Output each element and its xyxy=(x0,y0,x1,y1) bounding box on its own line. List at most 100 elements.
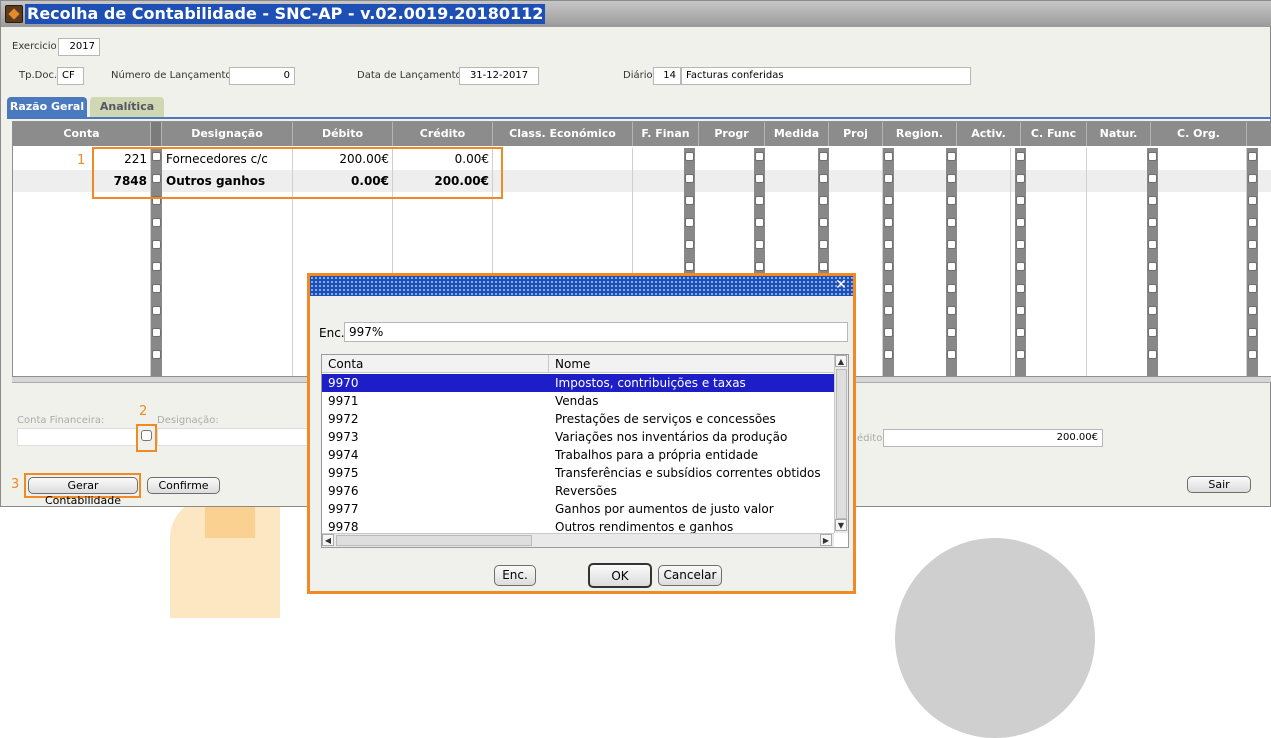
row-checkbox-icon[interactable] xyxy=(1148,262,1157,271)
row-checkbox-icon[interactable] xyxy=(1148,240,1157,249)
row-checkbox-icon[interactable] xyxy=(685,196,694,205)
lookup-button[interactable] xyxy=(141,430,152,441)
row-checkbox-icon[interactable] xyxy=(1248,262,1257,271)
row-checkbox-icon[interactable] xyxy=(1016,174,1025,183)
scroll-down-icon[interactable]: ▼ xyxy=(835,519,847,531)
row-checkbox-icon[interactable] xyxy=(685,152,694,161)
row-checkbox-icon[interactable] xyxy=(1148,306,1157,315)
row-checkbox-icon[interactable] xyxy=(1248,174,1257,183)
conta-financeira-field[interactable] xyxy=(17,428,137,446)
scroll-up-icon[interactable]: ▲ xyxy=(835,355,847,367)
scroll-right-icon[interactable]: ▶ xyxy=(820,534,832,546)
row-checkbox-icon[interactable] xyxy=(1016,350,1025,359)
row-checkbox-icon[interactable] xyxy=(152,350,161,359)
list-vertical-scrollbar[interactable]: ▲ ▼ xyxy=(834,355,848,533)
list-item[interactable]: 9974 Trabalhos para a própria entidade xyxy=(322,446,834,464)
list-item[interactable]: 9976 Reversões xyxy=(322,482,834,500)
row-checkbox-icon[interactable] xyxy=(884,350,893,359)
row-checkbox-icon[interactable] xyxy=(884,306,893,315)
row-checkbox-icon[interactable] xyxy=(1148,152,1157,161)
row-checkbox-icon[interactable] xyxy=(152,262,161,271)
row-checkbox-icon[interactable] xyxy=(152,306,161,315)
row-checkbox-icon[interactable] xyxy=(755,218,764,227)
row-checkbox-icon[interactable] xyxy=(1148,218,1157,227)
row-checkbox-icon[interactable] xyxy=(947,196,956,205)
ok-button[interactable]: OK xyxy=(588,563,652,588)
row-checkbox-icon[interactable] xyxy=(1016,284,1025,293)
dialog-title-bar[interactable]: ✕ xyxy=(310,276,853,296)
row-checkbox-icon[interactable] xyxy=(152,218,161,227)
enc-search-input[interactable]: 997% xyxy=(344,322,848,342)
row-checkbox-icon[interactable] xyxy=(884,174,893,183)
row-checkbox-icon[interactable] xyxy=(947,350,956,359)
row-checkbox-icon[interactable] xyxy=(755,262,764,271)
row-checkbox-icon[interactable] xyxy=(755,196,764,205)
row-checkbox-icon[interactable] xyxy=(1248,284,1257,293)
row-checkbox-icon[interactable] xyxy=(947,152,956,161)
row-checkbox-icon[interactable] xyxy=(755,174,764,183)
row-checkbox-icon[interactable] xyxy=(1248,218,1257,227)
row-checkbox-icon[interactable] xyxy=(884,218,893,227)
row-checkbox-icon[interactable] xyxy=(884,240,893,249)
scroll-left-icon[interactable]: ◀ xyxy=(322,534,334,546)
tab-analitica[interactable]: Analítica xyxy=(90,97,164,117)
row-checkbox-icon[interactable] xyxy=(819,262,828,271)
row-checkbox-icon[interactable] xyxy=(819,218,828,227)
exercicio-field[interactable]: 2017 xyxy=(58,38,100,56)
row-checkbox-icon[interactable] xyxy=(1148,284,1157,293)
row-checkbox-icon[interactable] xyxy=(819,152,828,161)
list-item[interactable]: 9971 Vendas xyxy=(322,392,834,410)
diario-code-field[interactable]: 14 xyxy=(653,67,681,85)
list-horizontal-scrollbar[interactable]: ◀ ▶ xyxy=(322,533,834,547)
numero-lancamento-field[interactable]: 0 xyxy=(229,67,295,85)
data-lancamento-field[interactable]: 31-12-2017 xyxy=(459,67,539,85)
scroll-thumb[interactable] xyxy=(836,369,847,519)
row-checkbox-icon[interactable] xyxy=(947,284,956,293)
row-checkbox-icon[interactable] xyxy=(685,174,694,183)
row-checkbox-icon[interactable] xyxy=(884,284,893,293)
row-checkbox-icon[interactable] xyxy=(152,328,161,337)
row-checkbox-icon[interactable] xyxy=(1248,240,1257,249)
row-checkbox-icon[interactable] xyxy=(1248,152,1257,161)
tab-razao-geral[interactable]: Razão Geral xyxy=(7,97,87,117)
row-checkbox-icon[interactable] xyxy=(1016,262,1025,271)
row-checkbox-icon[interactable] xyxy=(1148,350,1157,359)
row-checkbox-icon[interactable] xyxy=(1148,196,1157,205)
row-checkbox-icon[interactable] xyxy=(819,174,828,183)
row-checkbox-icon[interactable] xyxy=(1248,350,1257,359)
row-checkbox-icon[interactable] xyxy=(1148,328,1157,337)
row-checkbox-icon[interactable] xyxy=(1016,196,1025,205)
row-checkbox-icon[interactable] xyxy=(152,284,161,293)
list-item[interactable]: 9975 Transferências e subsídios correntes… xyxy=(322,464,834,482)
row-checkbox-icon[interactable] xyxy=(947,174,956,183)
row-checkbox-icon[interactable] xyxy=(947,262,956,271)
close-icon[interactable]: ✕ xyxy=(833,277,849,293)
list-item[interactable]: 9977 Ganhos por aumentos de justo valor xyxy=(322,500,834,518)
sair-button[interactable]: Sair xyxy=(1187,476,1251,493)
gerar-contabilidade-button[interactable]: Gerar Contabilidade xyxy=(28,477,138,507)
row-checkbox-icon[interactable] xyxy=(1248,306,1257,315)
row-checkbox-icon[interactable] xyxy=(755,240,764,249)
row-checkbox-icon[interactable] xyxy=(755,152,764,161)
row-checkbox-icon[interactable] xyxy=(884,262,893,271)
hscroll-thumb[interactable] xyxy=(336,535,532,546)
row-checkbox-icon[interactable] xyxy=(685,240,694,249)
row-checkbox-icon[interactable] xyxy=(1016,218,1025,227)
row-checkbox-icon[interactable] xyxy=(947,306,956,315)
row-checkbox-icon[interactable] xyxy=(1248,328,1257,337)
app-icon[interactable] xyxy=(5,5,23,23)
row-checkbox-icon[interactable] xyxy=(884,196,893,205)
row-checkbox-icon[interactable] xyxy=(152,240,161,249)
list-item[interactable]: 9970 Impostos, contribuições e taxas xyxy=(322,374,834,392)
confirme-button[interactable]: Confirme xyxy=(147,477,220,494)
list-item[interactable]: 9973 Variações nos inventários da produçã… xyxy=(322,428,834,446)
row-checkbox-icon[interactable] xyxy=(1248,196,1257,205)
row-checkbox-icon[interactable] xyxy=(685,218,694,227)
row-checkbox-icon[interactable] xyxy=(685,262,694,271)
enc-button[interactable]: Enc. xyxy=(494,565,536,586)
row-checkbox-icon[interactable] xyxy=(884,328,893,337)
row-checkbox-icon[interactable] xyxy=(1016,328,1025,337)
row-checkbox-icon[interactable] xyxy=(947,218,956,227)
row-checkbox-icon[interactable] xyxy=(884,152,893,161)
tpdoc-field[interactable]: CF xyxy=(57,67,84,85)
